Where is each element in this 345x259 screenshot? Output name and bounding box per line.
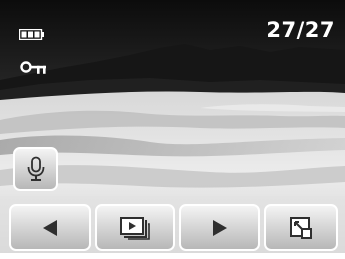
triangle-left-icon — [43, 219, 57, 236]
microphone-icon — [27, 156, 44, 181]
zoom-button[interactable] — [264, 204, 338, 251]
triangle-right-icon — [212, 219, 227, 236]
battery-full-icon — [19, 29, 44, 40]
magnify-corner-icon — [290, 216, 312, 239]
previous-image-button[interactable] — [9, 204, 91, 251]
slideshow-icon — [120, 216, 150, 240]
key-icon — [20, 61, 46, 74]
image-counter: 27/27 — [266, 18, 335, 42]
playback-screen: 27/27 — [0, 0, 345, 259]
bottom-edge — [0, 253, 345, 259]
slideshow-button[interactable] — [95, 204, 175, 251]
voice-memo-button[interactable] — [13, 147, 58, 191]
next-image-button[interactable] — [179, 204, 260, 251]
